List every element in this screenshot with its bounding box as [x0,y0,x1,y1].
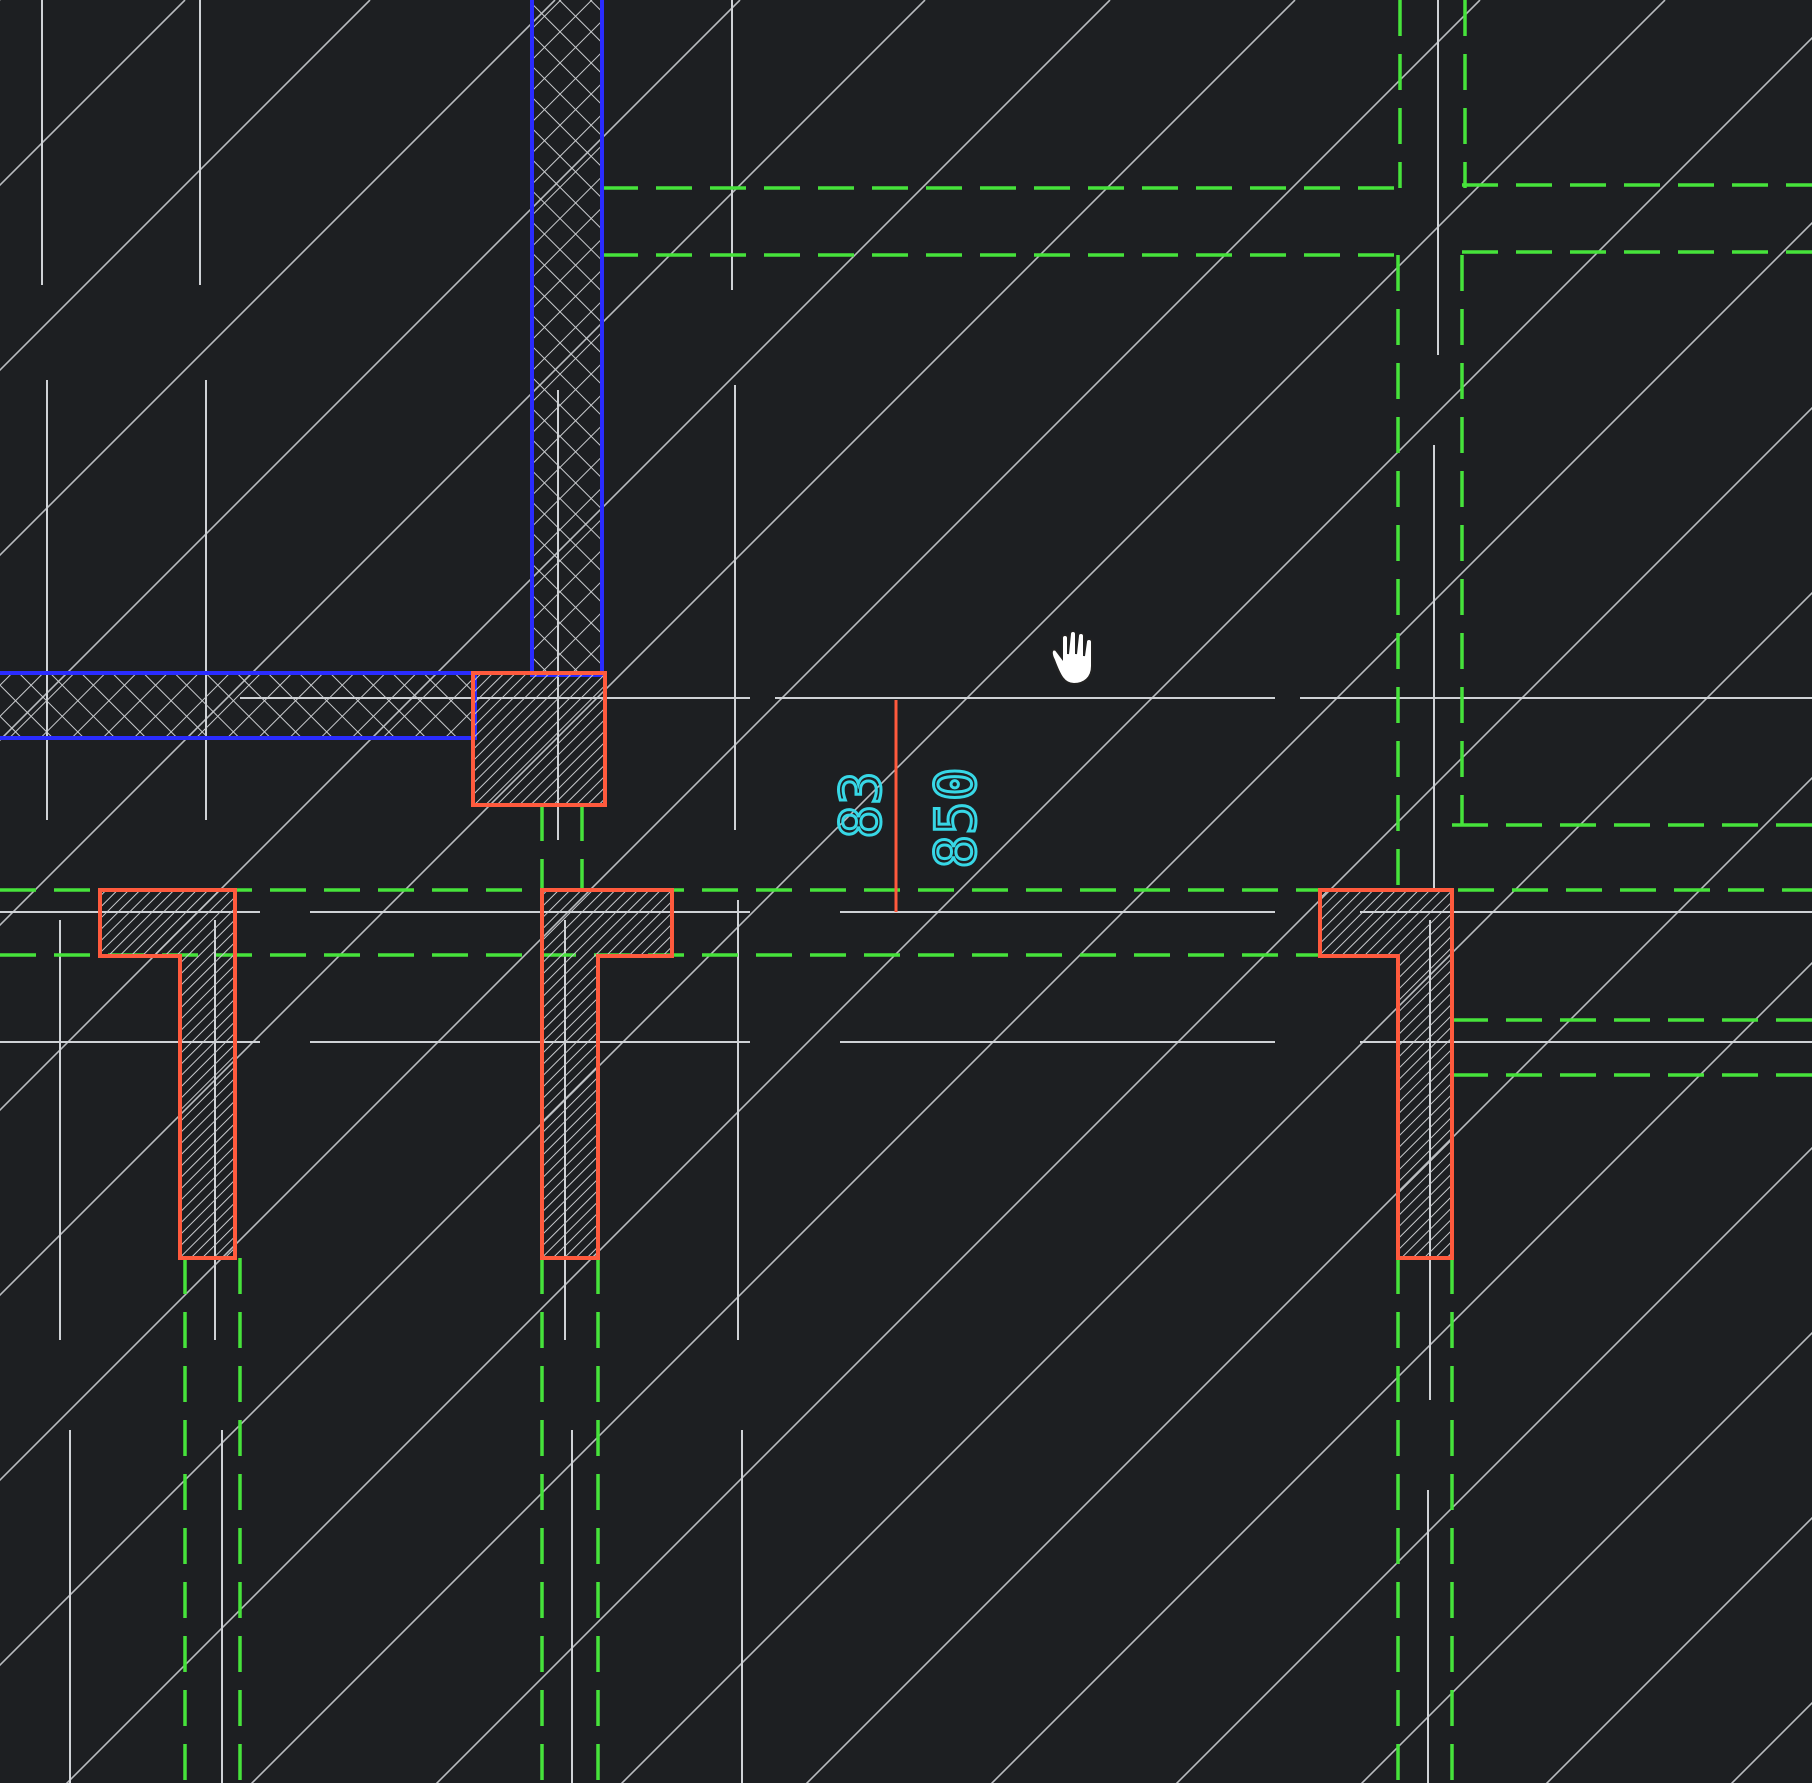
column-square [471,671,607,807]
dimension-text-main[interactable]: 850 [923,766,991,870]
cad-drawing-canvas[interactable]: 83 850 [0,0,1812,1783]
blue-wall-vertical [530,0,604,677]
blue-wall-horizontal [0,671,477,740]
dimension-text-side[interactable]: 83 [828,770,896,840]
